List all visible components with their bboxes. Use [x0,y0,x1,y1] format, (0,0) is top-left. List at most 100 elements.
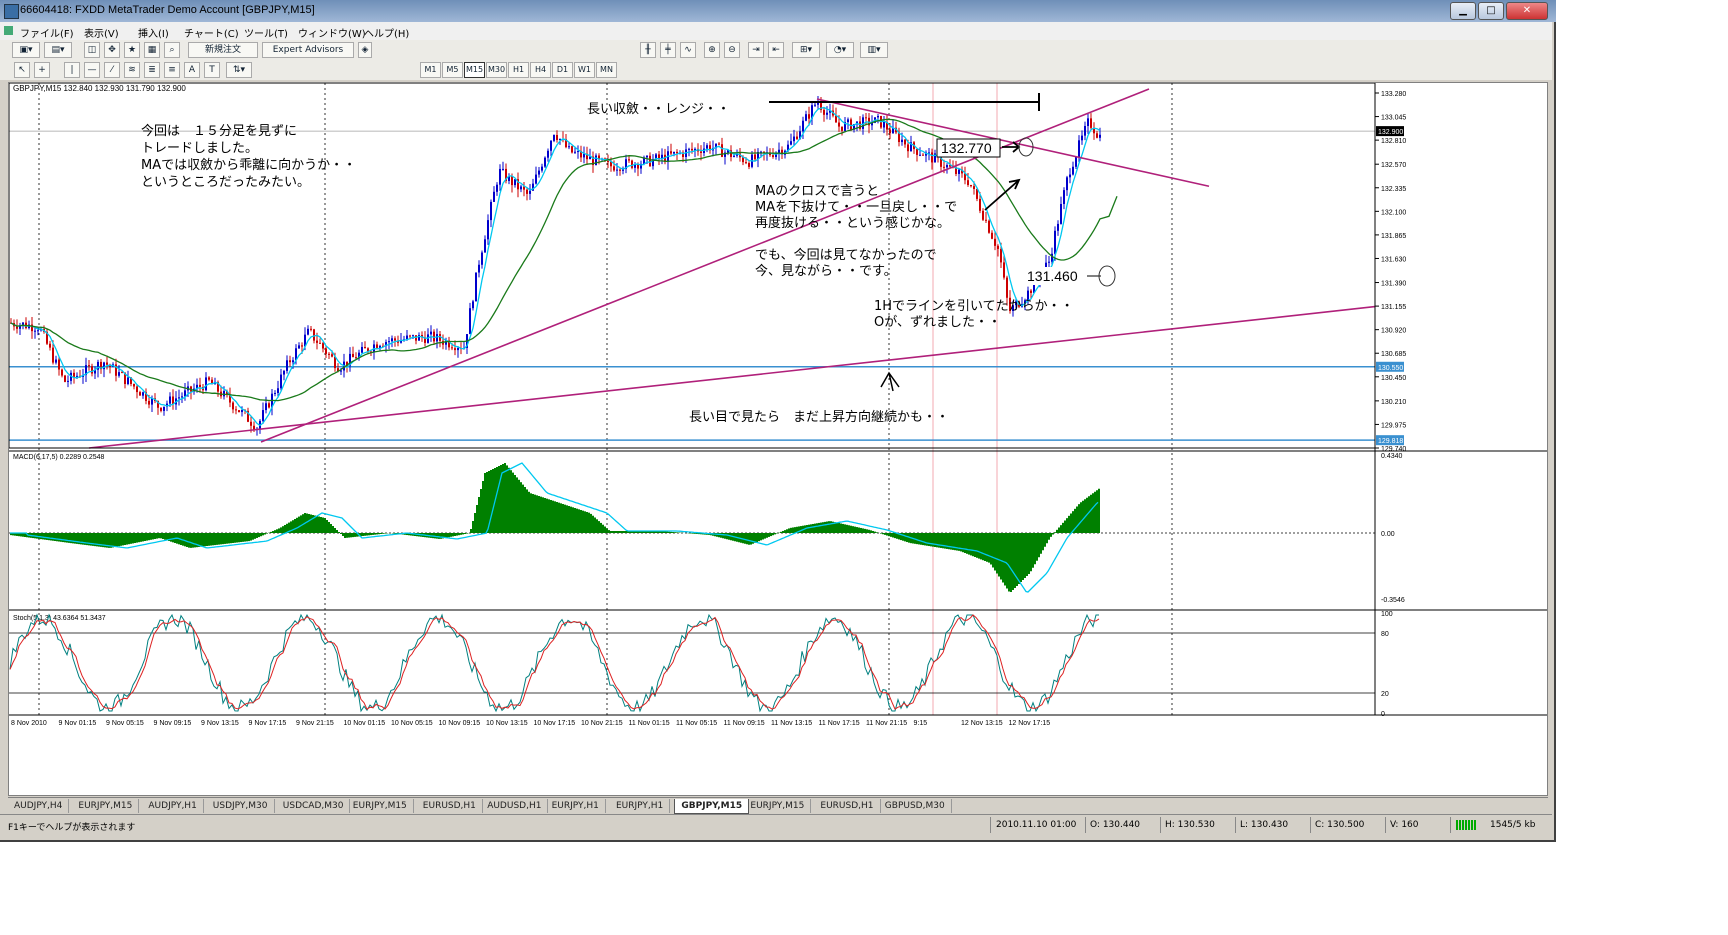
candle-body [883,122,885,128]
close-button[interactable]: ✕ [1506,2,1548,20]
timeframe-h4[interactable]: H4 [530,62,551,78]
data-window-button[interactable]: ✥ [104,42,120,58]
channel-icon[interactable]: ≋ [124,62,140,78]
chart-tab[interactable]: EURJPY,H1 [546,799,606,813]
chart-tab[interactable]: EURJPY,H1 [610,799,671,813]
menu-tools[interactable]: ツール(T) [244,25,288,40]
gann-icon[interactable]: ≡ [164,62,180,78]
fibonacci-icon[interactable]: ≣ [144,62,160,78]
chart-tab[interactable]: EURUSD,H1 [417,799,483,813]
macd-histogram-bar [554,501,556,533]
menu-view[interactable]: 表示(V) [84,25,119,40]
chart-tab[interactable]: GBPUSD,M30 [879,799,952,813]
macd-histogram-bar [766,533,768,538]
bar-chart-button[interactable]: ╫ [640,42,656,58]
time-axis-label: 9 Nov 09:15 [154,720,192,727]
timeframe-mn[interactable]: MN [596,62,617,78]
chart-tab[interactable]: GBPJPY,M15 [674,799,750,814]
macd-histogram-bar [578,509,580,533]
new-order-button[interactable]: 新規注文 [188,42,258,58]
periods-button[interactable]: ◔▾ [826,42,854,58]
macd-histogram-bar [1024,533,1026,578]
macd-histogram-bar [346,533,348,538]
profiles-button[interactable]: ▤▾ [44,42,72,58]
menu-insert[interactable]: 挿入(I) [138,25,169,40]
minimize-button[interactable]: ▁ [1450,2,1476,20]
candle-body [409,335,411,337]
candle-body [1054,230,1056,254]
candlestick-button[interactable]: ╪ [660,42,676,58]
label-icon[interactable]: T [204,62,220,78]
trendline-icon[interactable]: ⁄ [104,62,120,78]
timeframe-m5[interactable]: M5 [442,62,463,78]
cursor-icon[interactable]: ↖ [14,62,30,78]
macd-histogram-bar [618,531,620,533]
macd-histogram-bar [246,533,248,542]
menu-chart[interactable]: チャート(C) [184,25,239,40]
candle-body [436,334,438,342]
candle-body [310,328,312,330]
menu-window[interactable]: ウィンドウ(W) [298,25,366,40]
vertical-line-icon[interactable]: | [64,62,80,78]
candle-body [277,388,279,393]
zoom-in-icon[interactable]: ⊕ [704,42,720,58]
chart-tab[interactable]: EURJPY,M15 [347,799,414,813]
macd-axis-label: 0.00 [1381,531,1395,538]
tester-button[interactable]: ⌕ [164,42,180,58]
chart-tab[interactable]: AUDJPY,H4 [8,799,70,813]
macd-histogram-bar [546,498,548,533]
expert-advisors-button[interactable]: Expert Advisors [262,42,354,58]
indicators-button[interactable]: ⊞▾ [792,42,820,58]
text-icon[interactable]: A [184,62,200,78]
candle-body [997,245,999,249]
auto-scroll-button[interactable]: ⇥ [748,42,764,58]
macd-histogram-bar [608,530,610,533]
chart-tab[interactable]: USDJPY,M30 [207,799,275,813]
chart-area[interactable]: MACD(6,17,5) 0.2289 0.2548 0.4340 0.00 -0.3… [8,82,1548,796]
candle-body [289,360,291,363]
chart-shift-button[interactable]: ⇤ [768,42,784,58]
horizontal-line-icon[interactable]: — [84,62,100,78]
line-chart-button[interactable]: ∿ [680,42,696,58]
chart-tab[interactable]: EURJPY,M15 [72,799,140,813]
stoch-axis-label: 80 [1381,631,1389,638]
timeframe-w1[interactable]: W1 [574,62,595,78]
macd-histogram-bar [332,526,334,533]
candle-body [361,346,363,353]
macd-histogram-bar [1002,533,1004,583]
navigator-button[interactable]: ★ [124,42,140,58]
maximize-button[interactable]: □ [1478,2,1504,20]
chart-tab[interactable]: EURUSD,H1 [814,799,881,813]
candle-body [556,134,558,140]
crosshair-icon[interactable]: + [34,62,50,78]
chart-tab[interactable]: AUDUSD,H1 [481,799,549,813]
timeframe-m1[interactable]: M1 [420,62,441,78]
chart-tab[interactable]: EURJPY,M15 [744,799,812,813]
macd-histogram-bar [296,517,298,533]
arrows-icon[interactable]: ⇅▾ [226,62,252,78]
candle-body [547,150,549,158]
chart-tab[interactable]: AUDJPY,H1 [142,799,204,813]
price-tick-label: 130.210 [1381,399,1406,406]
zoom-out-icon[interactable]: ⊖ [724,42,740,58]
terminal-button[interactable]: ▦ [144,42,160,58]
macd-histogram-bar [790,527,792,533]
menu-file[interactable]: ファイル(F) [20,25,74,40]
macd-histogram-bar [548,499,550,533]
price-tick-label: 130.450 [1381,375,1406,382]
templates-button[interactable]: ▥▾ [860,42,888,58]
candle-body [160,407,162,411]
candle-body [37,330,39,332]
timeframe-m15[interactable]: M15 [464,62,485,78]
timeframe-h1[interactable]: H1 [508,62,529,78]
macd-histogram-bar [750,533,752,545]
menu-help[interactable]: ヘルプ(H) [364,25,409,40]
macd-histogram-bar [284,525,286,533]
chart-tab[interactable]: USDCAD,M30 [277,799,351,813]
market-watch-button[interactable]: ◫ [84,42,100,58]
timeframe-d1[interactable]: D1 [552,62,573,78]
price-marker-label: 129.818 [1378,438,1403,445]
timeframe-m30[interactable]: M30 [486,62,507,78]
candle-body [985,219,987,221]
new-chart-button[interactable]: ▣▾ [12,42,40,58]
